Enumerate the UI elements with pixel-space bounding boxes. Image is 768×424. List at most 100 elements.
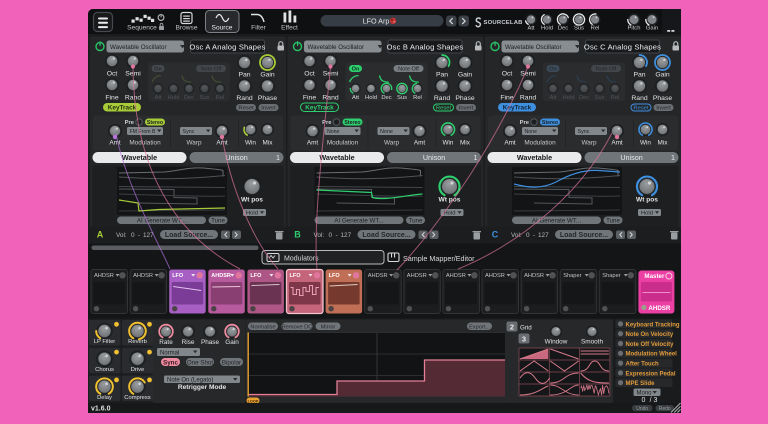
svg-text:AHDSR: AHDSR [368,273,388,279]
svg-text:Note Off Velocity: Note Off Velocity [626,342,675,348]
svg-text:Wavetable Oscillator: Wavetable Oscillator [308,44,365,51]
svg-text:Note Off: Note Off [201,67,222,73]
svg-text:Sus: Sus [574,25,584,31]
svg-text:Oct: Oct [502,71,513,78]
svg-text:Amt: Amt [307,140,319,147]
svg-text:Amt: Amt [109,140,121,147]
svg-text:Gain: Gain [646,25,658,31]
svg-text:Sus: Sus [200,95,210,101]
svg-text:Wavetable: Wavetable [319,153,354,162]
svg-text:Pre: Pre [125,120,135,126]
svg-text:Reverb: Reverb [128,339,147,345]
svg-text:Rise: Rise [182,339,195,346]
svg-text:Mono: Mono [637,391,653,397]
svg-text:Modulation: Modulation [524,140,556,147]
svg-text:Mix: Mix [263,140,274,147]
svg-text:Retrigger Mode: Retrigger Mode [178,384,227,391]
svg-text:Osc B Analog Shapes: Osc B Analog Shapes [387,43,464,52]
svg-text:Hold: Hold [641,211,653,217]
svg-text:Sequence: Sequence [127,25,157,32]
svg-text:Browse: Browse [176,25,198,32]
svg-text:Att: Att [549,95,556,101]
svg-text:Pitch: Pitch [628,25,641,31]
svg-text:AHDSR: AHDSR [211,273,231,279]
svg-text:KeyTrack: KeyTrack [305,105,334,112]
svg-text:Wavetable: Wavetable [122,153,157,162]
svg-text:1: 1 [474,153,478,162]
svg-text:Tune: Tune [211,218,225,225]
svg-text:Sync: Sync [578,129,590,135]
svg-text:C: C [492,230,499,240]
svg-text:Rate: Rate [159,339,173,346]
svg-text:Fine: Fine [500,95,513,102]
svg-text:v1.6.0: v1.6.0 [91,406,111,413]
svg-text:None: None [327,129,340,135]
svg-text:Load Source...: Load Source... [560,232,608,239]
svg-text:Stereo: Stereo [542,120,558,126]
svg-text:Oct: Oct [107,71,118,78]
svg-text:On: On [154,67,162,73]
svg-text:2: 2 [510,323,514,332]
svg-text:1: 1 [671,153,675,162]
svg-text:Oct: Oct [304,71,315,78]
svg-text:Redo: Redo [659,406,671,412]
svg-text:-: - [138,232,140,239]
svg-text:Window: Window [545,339,568,346]
svg-text:Note On (Legato): Note On (Legato) [167,378,213,384]
svg-text:Hold: Hold [365,95,377,101]
svg-text:Rel: Rel [591,25,600,31]
svg-text:Shaper: Shaper [602,273,620,279]
svg-text:Reset: Reset [238,106,254,112]
svg-text:Att: Att [527,25,534,31]
svg-text:Source: Source [212,25,233,32]
svg-text:Pre: Pre [322,120,332,126]
svg-text:SOURCELAB: SOURCELAB [484,20,523,26]
svg-text:Rand: Rand [434,95,450,102]
svg-text:0: 0 [642,397,646,404]
svg-text:Drive: Drive [131,367,145,373]
svg-text:Rel: Rel [216,95,225,101]
svg-text:AHDSR: AHDSR [133,273,153,279]
svg-text:Warp: Warp [384,140,399,147]
svg-text:Grid: Grid [520,324,532,331]
svg-text:Warp: Warp [581,140,596,147]
svg-text:A: A [97,230,104,240]
svg-text:Modulation: Modulation [129,140,161,147]
svg-text:Stereo: Stereo [344,120,360,126]
svg-text:AHDSR: AHDSR [94,273,114,279]
svg-text:None: None [525,129,538,135]
svg-text:Export...: Export... [469,324,490,330]
svg-text:Mix: Mix [460,140,471,147]
svg-text:Gain: Gain [655,72,670,79]
svg-text:Dec: Dec [184,95,194,101]
svg-text:Filter: Filter [251,25,266,32]
svg-text:Rand: Rand [125,95,141,102]
svg-text:Unison: Unison [423,153,445,162]
svg-text:Effect: Effect [281,25,298,32]
svg-text:Note Off: Note Off [398,67,419,73]
svg-text:Stereo: Stereo [147,120,163,126]
svg-text:Wavetable Oscillator: Wavetable Oscillator [505,44,562,51]
svg-text:Undo: Undo [636,406,648,412]
svg-text:Sync: Sync [183,129,195,135]
svg-text:Modulation: Modulation [327,140,359,147]
svg-text:Wavetable Oscillator: Wavetable Oscillator [110,44,167,51]
svg-text:Invert: Invert [656,106,671,112]
svg-text:Gain: Gain [458,72,473,79]
svg-text:Load Source...: Load Source... [165,232,213,239]
svg-text:Load Source...: Load Source... [362,232,410,239]
svg-text:Pan: Pan [633,72,645,79]
svg-text:Rand: Rand [520,95,536,102]
svg-text:Win: Win [442,140,453,147]
svg-text:Amt: Amt [504,140,516,147]
svg-text:Fine: Fine [105,95,118,102]
svg-text:Wt pos: Wt pos [636,197,658,204]
svg-text:LFO: LFO [250,273,262,279]
svg-text:Note Off: Note Off [596,67,617,73]
svg-text:LP Filter: LP Filter [94,339,116,345]
svg-text:Rand: Rand [236,95,252,102]
svg-text:Phase: Phase [653,95,672,102]
svg-text:Mirror: Mirror [321,324,336,330]
svg-text:Att: Att [352,95,359,101]
svg-text:AHDSR: AHDSR [407,273,427,279]
